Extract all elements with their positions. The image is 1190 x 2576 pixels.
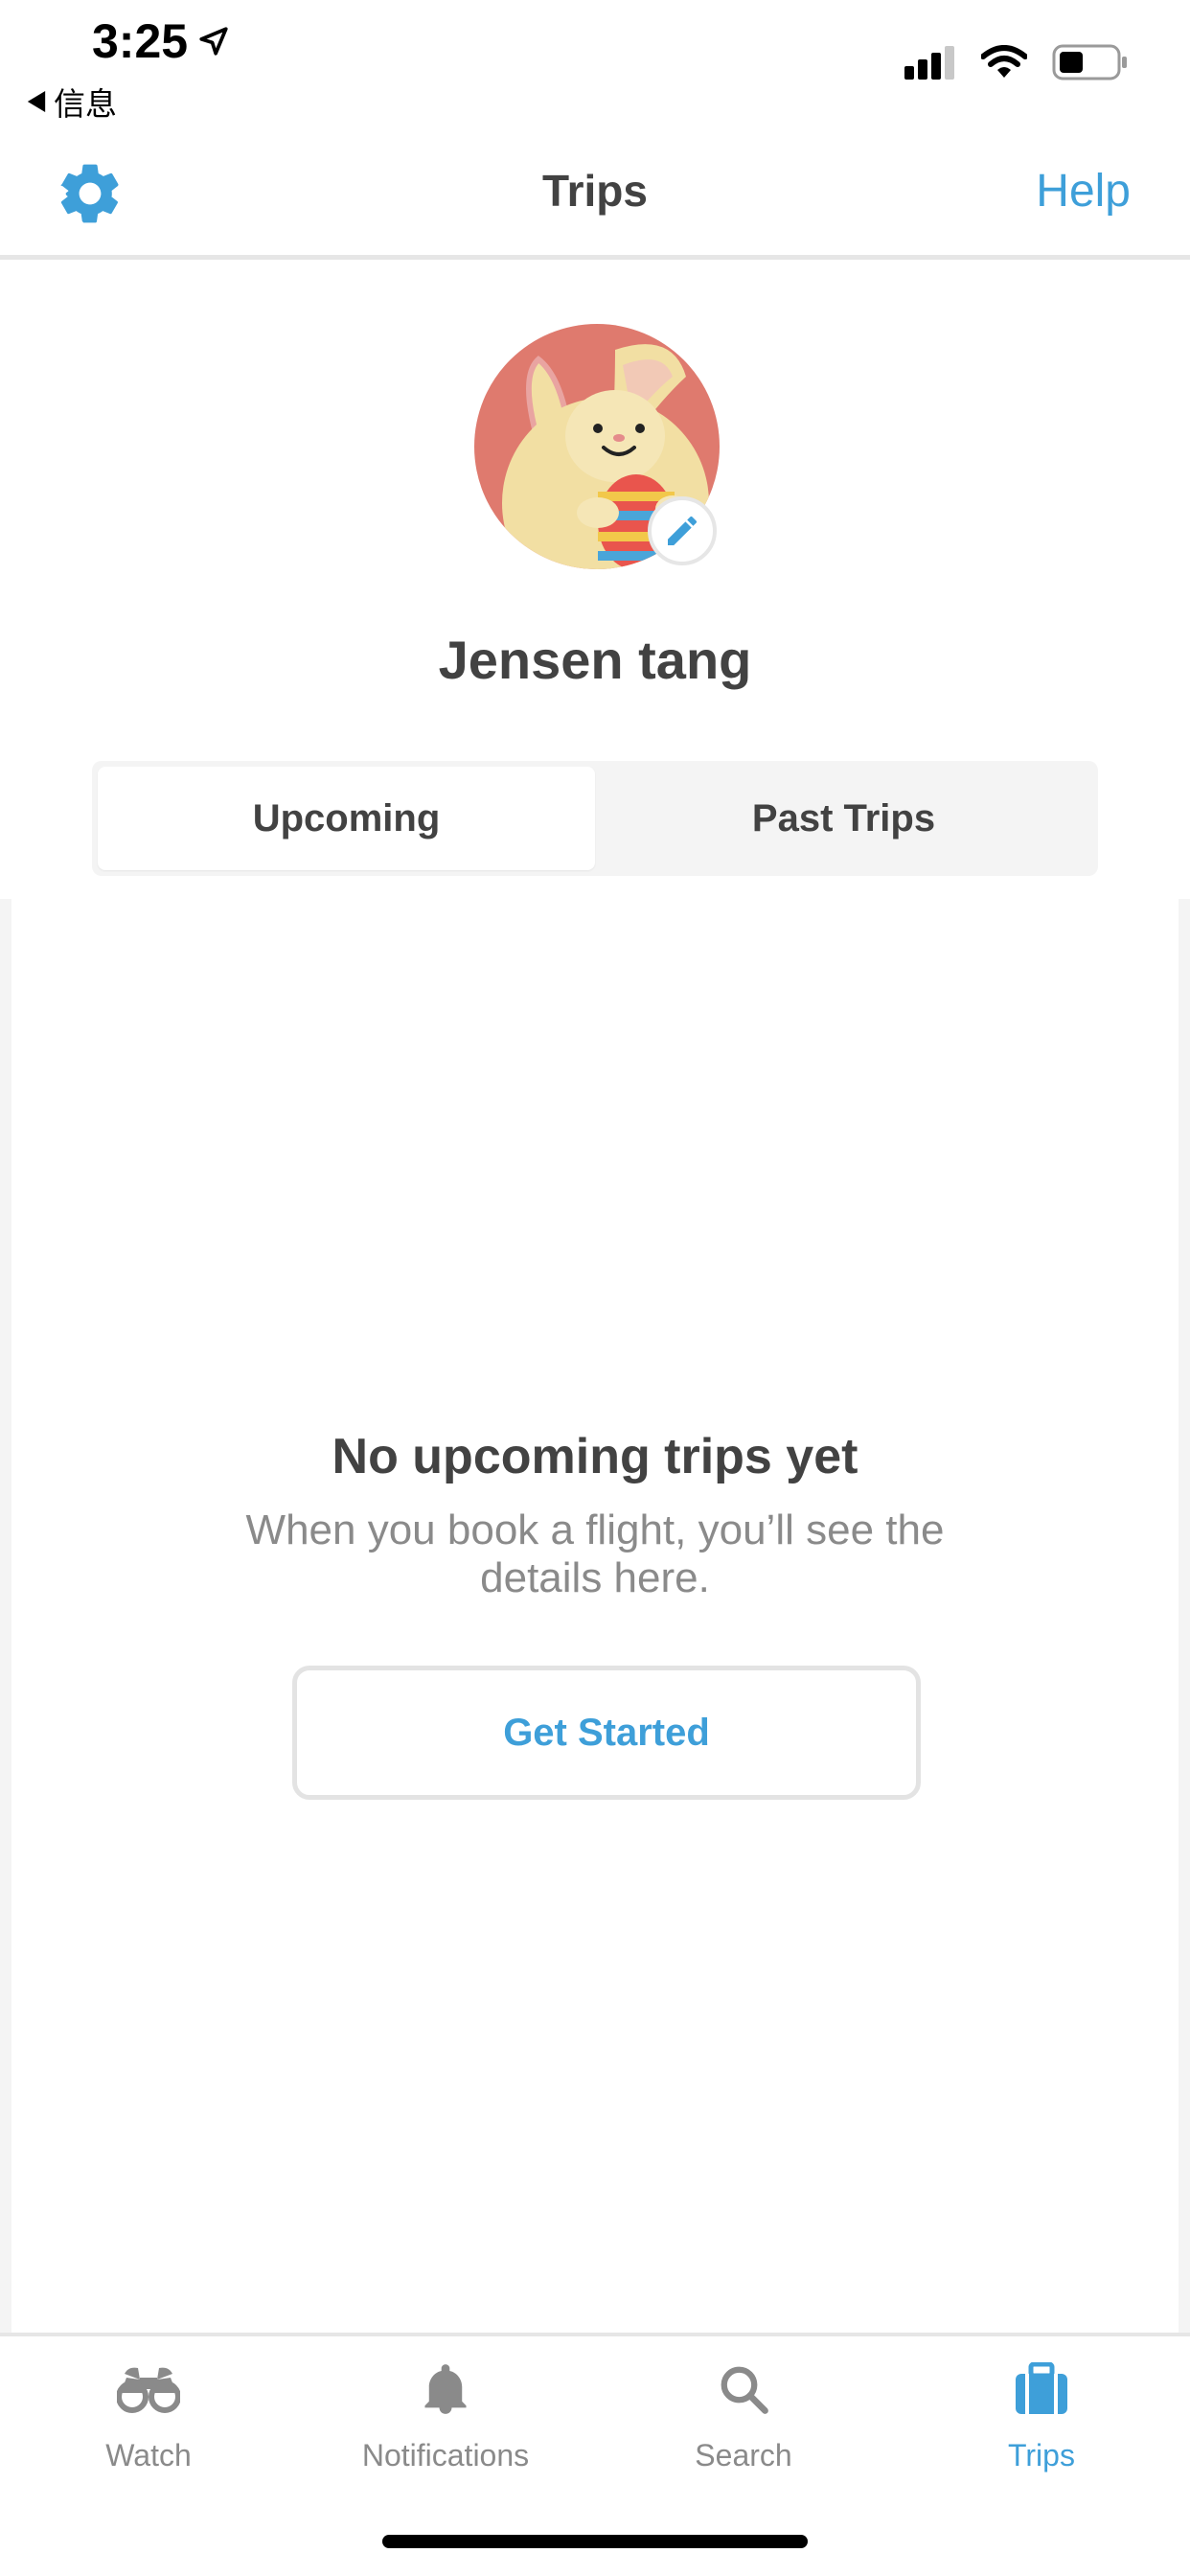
status-indicators [904,44,1129,80]
tab-past-trips[interactable]: Past Trips [595,767,1092,870]
get-started-button[interactable]: Get Started [292,1666,921,1800]
tab-upcoming[interactable]: Upcoming [98,767,595,870]
home-indicator[interactable] [382,2535,808,2548]
trips-screen: 3:25 信息 Trips Help Jensen tang Upcoming … [0,0,1190,2576]
empty-state-subtitle: When you book a flight, you’ll see the d… [245,1506,945,1601]
tab-watch[interactable]: Watch [34,2356,263,2473]
pencil-icon [668,516,698,545]
tab-trips[interactable]: Trips [927,2356,1156,2473]
user-name: Jensen tang [438,630,752,690]
wifi-icon [981,45,1027,78]
trips-segmented-control: Upcoming Past Trips [92,761,1098,876]
tab-search-label: Search [695,2438,792,2472]
back-to-app-label: 信息 [54,86,117,122]
status-time: 3:25 [92,13,230,69]
trips-list-panel: No upcoming trips yet When you book a fl… [0,899,1190,2333]
suitcase-icon [1016,2362,1067,2414]
tab-trips-label: Trips [1008,2438,1075,2472]
tab-notifications-label: Notifications [361,2438,530,2472]
empty-state-title: No upcoming trips yet [332,1429,858,1484]
navigation-bar: Trips Help [0,144,1190,260]
bell-icon [424,2364,467,2414]
back-to-app-button[interactable]: 信息 [27,79,117,125]
tab-watch-label: Watch [105,2438,192,2472]
battery-icon [1052,44,1127,80]
edit-avatar-button[interactable] [648,496,717,565]
tab-notifications[interactable]: Notifications [331,2356,561,2473]
search-icon [721,2366,768,2414]
empty-state-card: No upcoming trips yet When you book a fl… [11,899,1179,2333]
back-triangle-icon [27,91,46,112]
tab-search[interactable]: Search [629,2356,858,2473]
status-time-text: 3:25 [92,14,189,68]
page-title: Trips [542,166,648,216]
binoculars-icon [117,2367,180,2413]
cellular-signal-icon [904,46,954,80]
help-link[interactable]: Help [1036,165,1131,218]
location-arrow-icon [199,27,228,56]
